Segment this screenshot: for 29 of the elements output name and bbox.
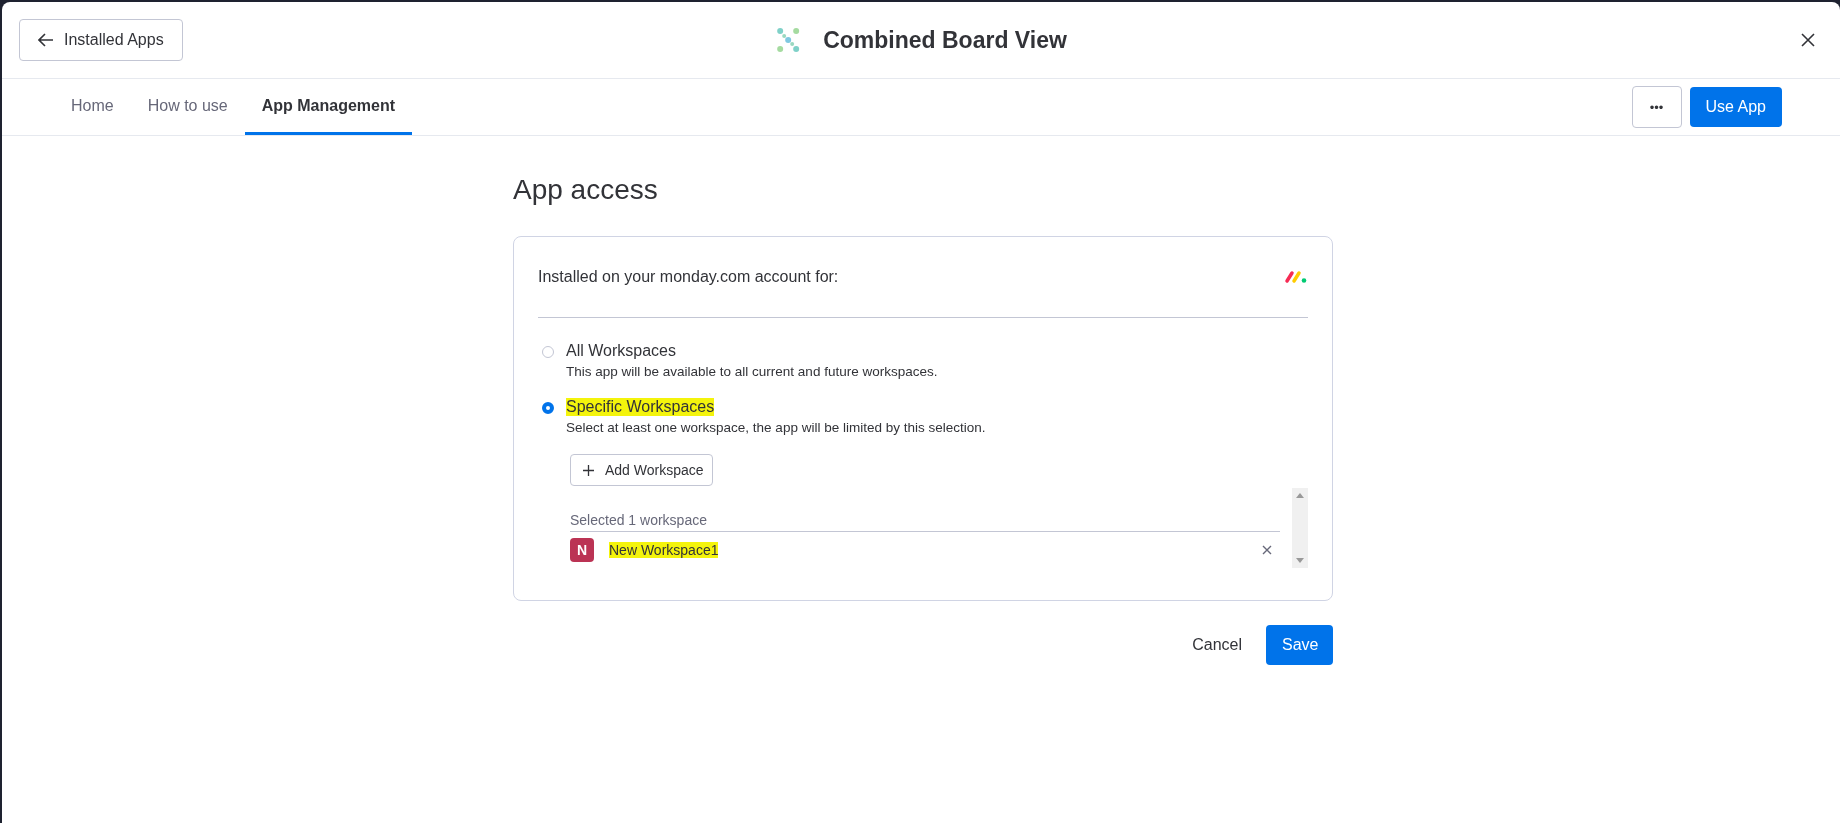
back-button[interactable]: Installed Apps <box>19 19 183 61</box>
option-description: This app will be available to all current and future workspaces. <box>566 364 938 379</box>
scrollbar[interactable] <box>1292 488 1308 568</box>
option-label: Specific Workspaces <box>566 398 715 416</box>
selected-count-label: Selected 1 workspace <box>570 512 1280 532</box>
card-heading: Installed on your monday.com account for: <box>538 268 839 286</box>
save-button[interactable]: Save <box>1266 625 1333 665</box>
scroll-down-icon[interactable] <box>1296 558 1304 563</box>
cancel-button[interactable]: Cancel <box>1184 625 1250 665</box>
close-icon[interactable] <box>1800 32 1816 48</box>
brand-logo-icon <box>1284 270 1308 284</box>
workspace-avatar: N <box>570 538 594 562</box>
tab[interactable]: How to use <box>130 79 245 135</box>
plus-icon <box>583 464 594 476</box>
radio-button[interactable] <box>542 402 554 414</box>
more-button[interactable]: ••• <box>1631 86 1682 128</box>
tab[interactable]: Home <box>54 79 131 135</box>
app-logo-icon <box>775 27 802 53</box>
option-description: Select at least one workspace, the app will be limited by this selection. <box>566 420 986 435</box>
remove-icon[interactable] <box>1262 545 1272 555</box>
add-workspace-button[interactable]: Add Workspace <box>570 454 713 486</box>
page-title: App access <box>513 174 659 206</box>
tab[interactable]: App Management <box>244 79 413 135</box>
option-label: All Workspaces <box>566 342 676 360</box>
arrow-left-icon <box>38 33 54 47</box>
scroll-up-icon[interactable] <box>1296 493 1304 498</box>
workspace-name: New Workspace1 <box>609 542 719 558</box>
use-app-button[interactable]: Use App <box>1689 87 1782 127</box>
app-title: Combined Board View <box>823 26 1067 54</box>
